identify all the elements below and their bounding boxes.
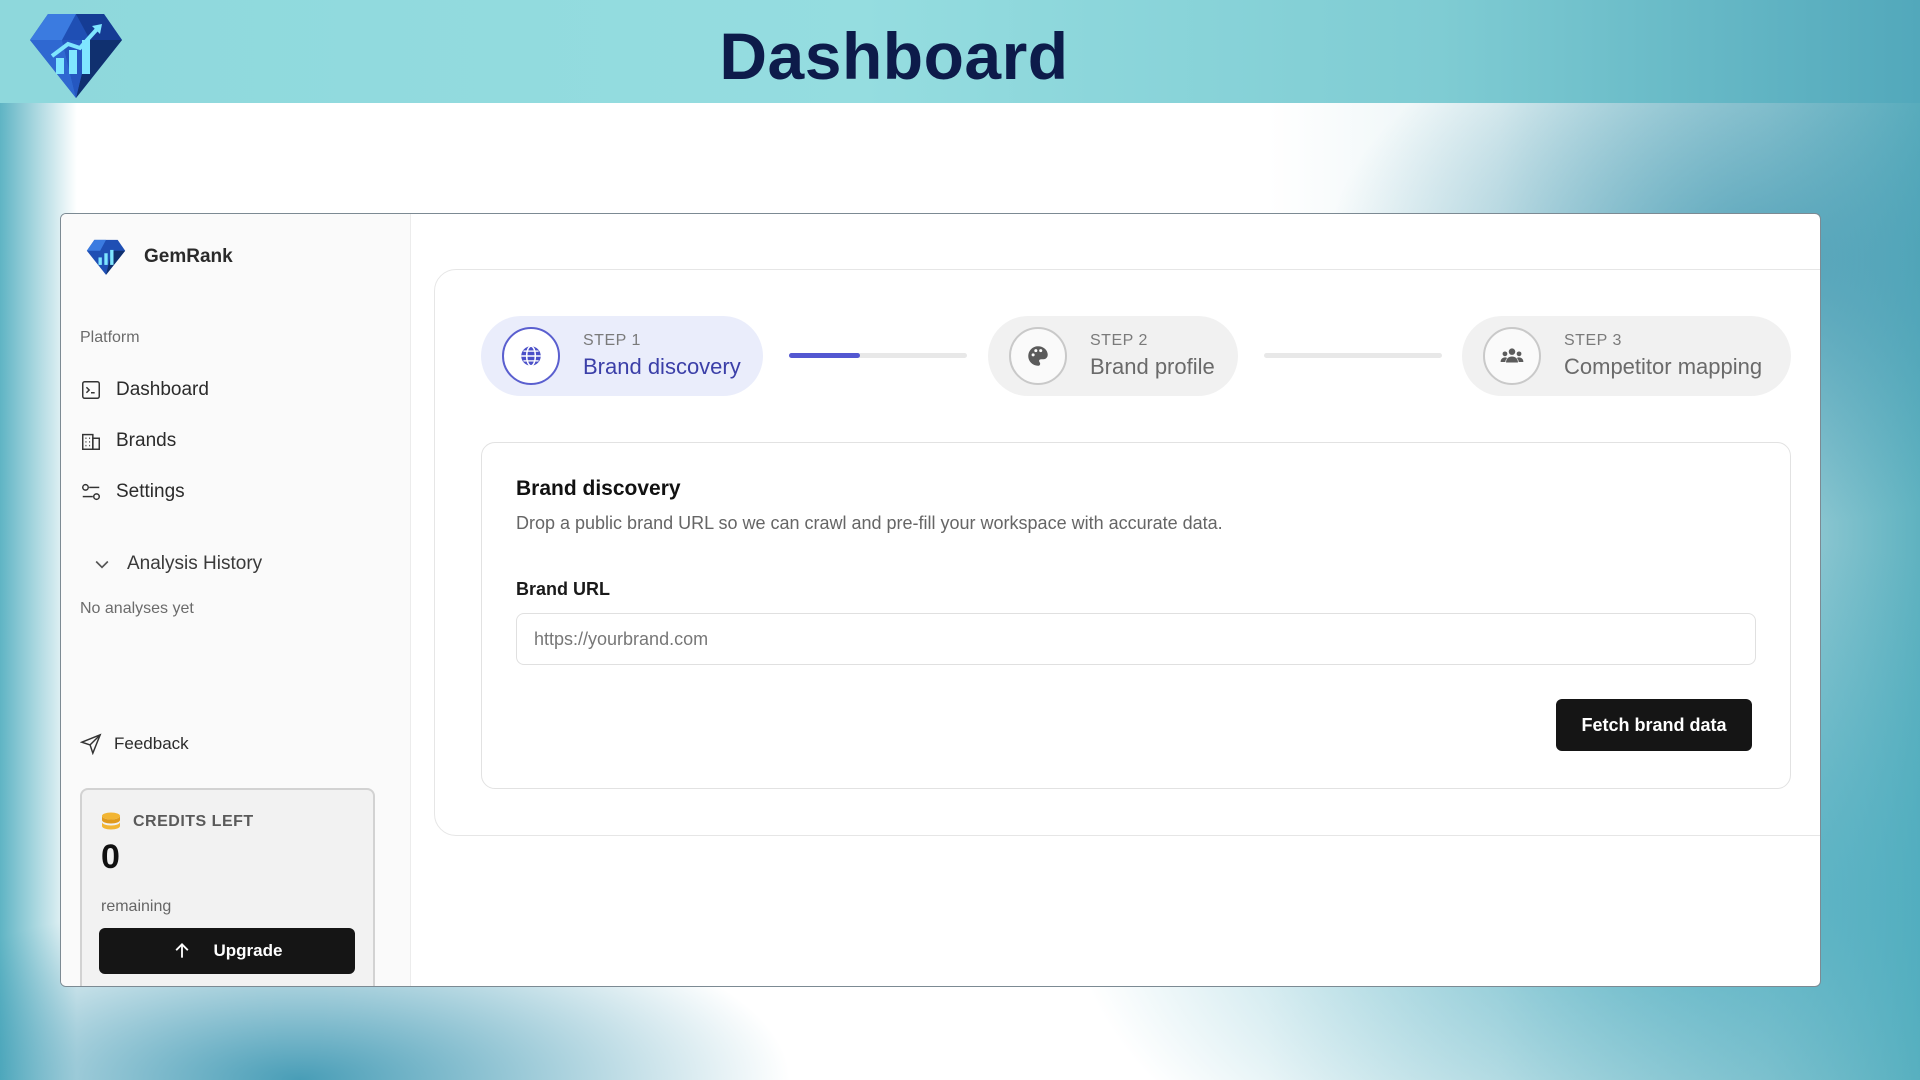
sidebar-item-label: Brands (116, 429, 177, 451)
users-icon (1500, 348, 1524, 363)
sidebar-brand[interactable]: GemRank (86, 238, 233, 276)
step-title: Brand profile (1090, 354, 1215, 379)
step-icon-badge (1009, 327, 1067, 385)
step-connector-1 (789, 353, 967, 358)
analysis-history-label: Analysis History (127, 553, 263, 574)
building-icon (82, 433, 100, 450)
sidebar-item-label: Dashboard (116, 378, 209, 400)
brand-name: GemRank (144, 246, 233, 267)
onboarding-card: STEP 1 Brand discovery STEP 2 Brand prof… (434, 269, 1820, 836)
upgrade-label: Upgrade (213, 941, 283, 960)
sidebar-item-dashboard[interactable]: Dashboard (80, 364, 390, 415)
sidebar-item-brands[interactable]: Brands (80, 415, 390, 466)
step-title: Brand discovery (583, 354, 741, 379)
section-label-platform: Platform (80, 329, 140, 346)
step-icon-badge (1483, 327, 1541, 385)
credits-card: CREDITS LEFT 0 remaining Upgrade (80, 788, 375, 986)
analysis-history-empty: No analyses yet (80, 600, 194, 617)
dashboard-icon (82, 380, 100, 399)
palette-icon (1028, 346, 1048, 366)
step-icon-badge (502, 327, 560, 385)
step-number: STEP 2 (1090, 332, 1148, 349)
step-number: STEP 3 (1564, 332, 1622, 349)
sidebar-item-settings[interactable]: Settings (80, 466, 390, 517)
brand-discovery-form: Brand discovery Drop a public brand URL … (481, 442, 1791, 789)
coins-icon (102, 812, 120, 830)
header-banner: Dashboard (0, 0, 1920, 103)
feedback-link[interactable]: Feedback (80, 733, 189, 755)
credits-label: CREDITS LEFT (133, 813, 254, 830)
fetch-brand-data-button[interactable]: Fetch brand data (1556, 699, 1752, 751)
sidebar-item-label: Settings (116, 480, 185, 502)
step-number: STEP 1 (583, 332, 641, 349)
stepper: STEP 1 Brand discovery STEP 2 Brand prof… (481, 316, 1791, 396)
step-title: Competitor mapping (1564, 354, 1763, 379)
step-brand-discovery[interactable]: STEP 1 Brand discovery (481, 316, 763, 396)
arrow-up-icon (175, 943, 188, 958)
globe-icon (521, 345, 541, 367)
sidebar: GemRank Platform Dashboard Brands Settin… (61, 214, 411, 986)
upgrade-button[interactable]: Upgrade (99, 928, 355, 974)
form-description: Drop a public brand URL so we can crawl … (516, 513, 1223, 533)
analysis-history-toggle[interactable]: Analysis History (92, 553, 262, 575)
credits-sub: remaining (101, 898, 172, 915)
brand-url-input[interactable] (516, 613, 1756, 665)
step-connector-fill (789, 353, 861, 358)
step-competitor-mapping[interactable]: STEP 3 Competitor mapping (1462, 316, 1791, 396)
form-title: Brand discovery (516, 477, 681, 500)
step-brand-profile[interactable]: STEP 2 Brand profile (988, 316, 1238, 396)
step-connector-2 (1264, 353, 1442, 358)
app-window: GemRank Platform Dashboard Brands Settin… (60, 213, 1821, 987)
brand-url-label: Brand URL (516, 579, 610, 599)
gem-logo-icon (86, 239, 126, 275)
credits-value: 0 (101, 838, 120, 876)
feedback-label: Feedback (114, 734, 189, 753)
credits-header: CREDITS LEFT (99, 810, 254, 834)
banner-title: Dashboard (719, 19, 1069, 93)
send-icon (80, 733, 102, 755)
sliders-icon (82, 483, 100, 500)
sidebar-nav: Dashboard Brands Settings (80, 364, 390, 517)
chevron-down-icon (95, 560, 109, 569)
